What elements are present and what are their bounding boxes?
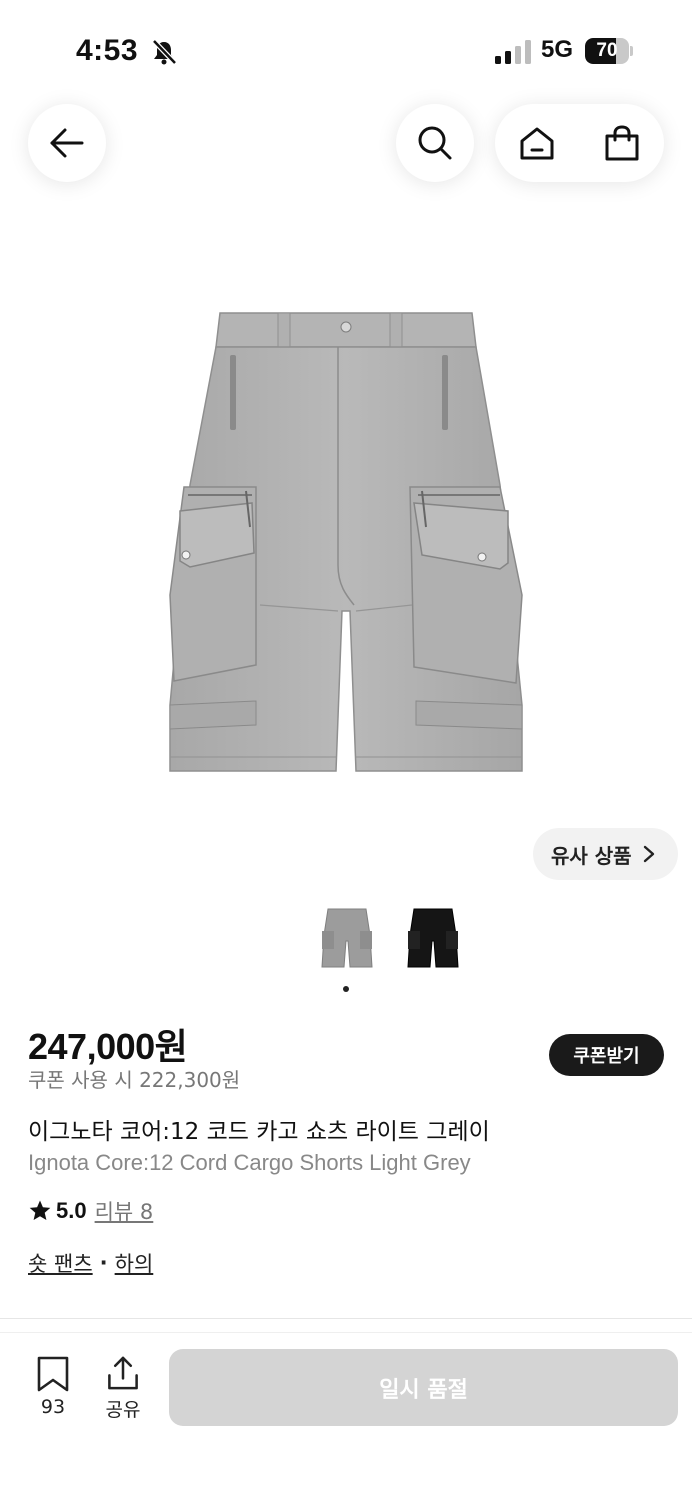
chevron-right-icon: [643, 845, 654, 863]
coupon-price: 쿠폰 사용 시 222,300원: [28, 1068, 241, 1092]
star-icon: [29, 1200, 51, 1220]
share-icon: [108, 1356, 138, 1390]
color-thumbnails: [0, 905, 692, 975]
share-label: 공유: [105, 1399, 141, 1421]
divider: [0, 1318, 692, 1319]
bookmark-icon: [37, 1356, 69, 1392]
sold-out-button[interactable]: 일시 품절: [169, 1349, 678, 1426]
shopping-bag-icon: [605, 125, 639, 161]
back-button[interactable]: [28, 104, 106, 182]
status-time: 4:53: [76, 34, 139, 67]
category-bottoms[interactable]: 하의: [115, 1248, 154, 1278]
product-image[interactable]: [160, 305, 532, 783]
similar-products-label: 유사 상품: [551, 843, 632, 868]
category-short-pants[interactable]: 숏 팬츠: [28, 1248, 93, 1278]
category-separator: ·: [99, 1251, 108, 1275]
battery-level: 70: [596, 40, 618, 61]
rating-score: 5.0: [56, 1198, 87, 1223]
home-cart-group: [495, 104, 664, 182]
rating-row: 5.0 리뷰 8: [28, 1196, 153, 1226]
search-icon: [418, 126, 452, 160]
similar-products-button[interactable]: 유사 상품: [533, 828, 678, 880]
category-breadcrumb: 숏 팬츠 · 하의: [28, 1248, 153, 1278]
product-name-korean: 이그노타 코어:12 코드 카고 쇼츠 라이트 그레이: [28, 1119, 490, 1145]
thumbnail-light-grey[interactable]: [318, 905, 376, 973]
reviews-link[interactable]: 리뷰 8: [95, 1196, 154, 1226]
home-button[interactable]: [495, 104, 579, 182]
home-icon: [520, 127, 554, 160]
thumbnail-black[interactable]: [404, 905, 462, 973]
status-bar: 4:53 5G 70: [0, 0, 692, 100]
product-name-english: Ignota Core:12 Cord Cargo Shorts Light G…: [28, 1150, 471, 1175]
arrow-left-icon: [50, 128, 84, 158]
wishlist-button[interactable]: 93: [23, 1356, 83, 1422]
product-price: 247,000원: [28, 1026, 188, 1067]
network-type: 5G: [541, 36, 574, 63]
search-button[interactable]: [396, 104, 474, 182]
get-coupon-button[interactable]: 쿠폰받기: [549, 1034, 664, 1076]
cart-button[interactable]: [580, 104, 664, 182]
cellular-signal-icon: [495, 40, 531, 64]
wishlist-count: 93: [40, 1396, 66, 1418]
share-button[interactable]: 공유: [93, 1356, 153, 1422]
bottom-bar-border: [0, 1332, 692, 1333]
battery-indicator: 70: [585, 38, 633, 64]
bell-slash-icon: [152, 39, 177, 65]
carousel-indicator: [343, 986, 349, 992]
